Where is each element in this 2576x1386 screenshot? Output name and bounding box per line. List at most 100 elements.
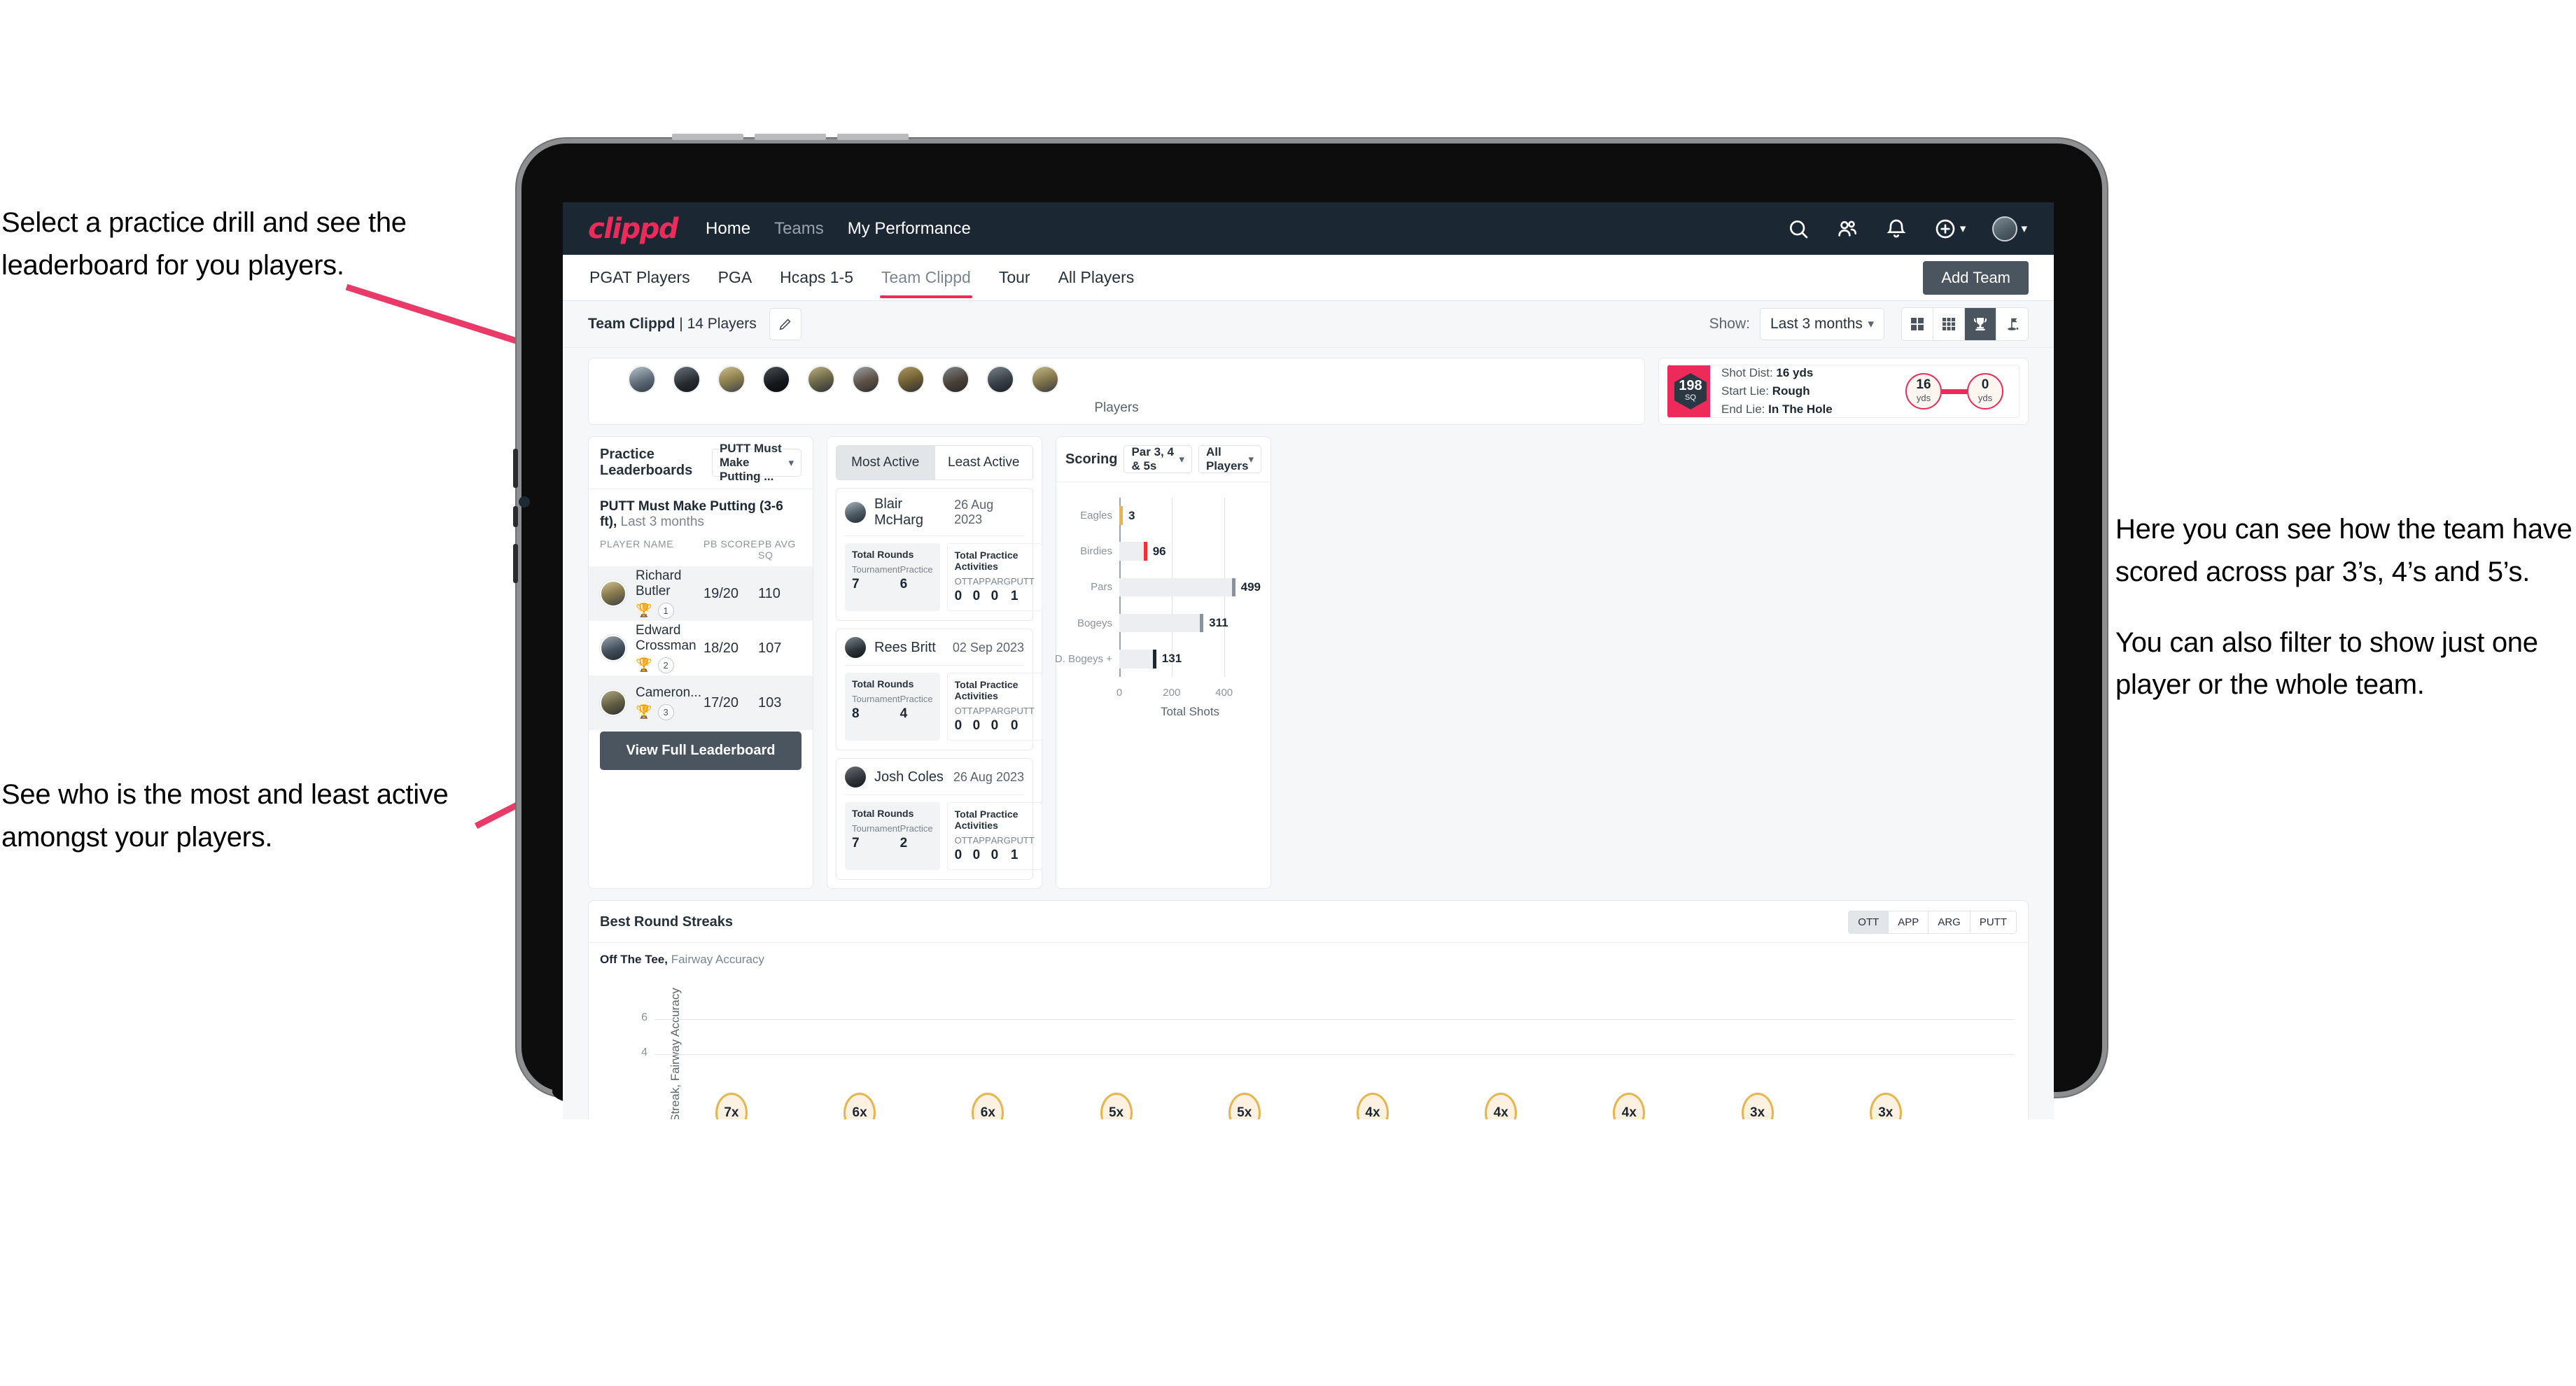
column-pb-avg-sq: PB AVG SQ bbox=[758, 538, 796, 561]
list-item[interactable]: Rees Britt 02 Sep 2023 Total Rounds Tour… bbox=[836, 629, 1042, 750]
x-axis-title: Total Shots bbox=[1160, 705, 1220, 718]
add-menu[interactable]: ▾ bbox=[1934, 218, 1966, 240]
avatar[interactable] bbox=[986, 365, 1014, 393]
toolbar-right: Show: Last 3 months ▾ bbox=[1709, 307, 2029, 341]
streaks-subtitle: Off The Tee, Fairway Accuracy bbox=[589, 943, 2028, 967]
start-distance-circle: 16 yds bbox=[1905, 373, 1942, 410]
page-body: Players 198 SQ Shot Dist: 16 yds Start L… bbox=[563, 348, 2054, 1119]
avatar[interactable] bbox=[628, 365, 656, 393]
avatar[interactable] bbox=[673, 365, 701, 393]
distance-connector bbox=[1942, 388, 1967, 394]
view-mode-golf-flag[interactable] bbox=[1996, 308, 2028, 340]
start-lie-line: Start Lie: Rough bbox=[1721, 384, 1810, 398]
total-rounds-box: Total Rounds Tournament 7 Practice 2 bbox=[845, 802, 940, 870]
bar-row: Bogeys 311 bbox=[1077, 613, 1261, 633]
total-rounds-title: Total Rounds bbox=[852, 549, 914, 560]
view-mode-trophy[interactable] bbox=[1965, 308, 1996, 340]
plus-circle-icon[interactable] bbox=[1934, 218, 1956, 240]
tab-team-clippd[interactable]: Team Clippd bbox=[880, 255, 972, 300]
stat-practice: Practice 6 bbox=[899, 564, 933, 592]
par-filter-select[interactable]: Par 3, 4 & 5s ▾ bbox=[1124, 445, 1192, 473]
drill-select[interactable]: PUTT Must Make Putting ... ▾ bbox=[711, 442, 802, 483]
list-item[interactable]: Blair McHarg 26 Aug 2023 Total Rounds To… bbox=[836, 488, 1042, 621]
people-icon[interactable] bbox=[1836, 218, 1858, 240]
avatar[interactable] bbox=[852, 365, 880, 393]
trophy-icon: 🏆 bbox=[636, 603, 652, 618]
streak-tab-arg[interactable]: ARG bbox=[1928, 911, 1970, 933]
stat-app: APP 0 bbox=[972, 835, 991, 862]
tab-least-active[interactable]: Least Active bbox=[934, 446, 1032, 479]
avatar[interactable] bbox=[1031, 365, 1059, 393]
view-mode-group bbox=[1901, 307, 2029, 341]
streak-bubble: 5x bbox=[1100, 1093, 1133, 1119]
avatar[interactable] bbox=[762, 365, 790, 393]
list-item[interactable]: Josh Coles 26 Aug 2023 Total Rounds Tour… bbox=[836, 758, 1042, 880]
bar-cap bbox=[1200, 613, 1204, 633]
leaderboard-title: Practice Leaderboards bbox=[600, 447, 693, 478]
annotation-bottom-left: See who is the most and least active amo… bbox=[1, 774, 554, 859]
avatar[interactable] bbox=[897, 365, 925, 393]
period-select[interactable]: Last 3 months ▾ bbox=[1760, 308, 1884, 340]
leaderboard-header: Practice Leaderboards PUTT Must Make Put… bbox=[589, 437, 813, 489]
tablet-volume-up[interactable] bbox=[513, 449, 518, 488]
search-icon[interactable] bbox=[1787, 218, 1809, 240]
tab-pgat-players[interactable]: PGAT Players bbox=[588, 255, 692, 300]
rank-badges: 🏆 2 bbox=[636, 657, 704, 673]
streak-tab-app[interactable]: APP bbox=[1889, 911, 1929, 933]
stat-putt: PUTT 0 bbox=[1010, 706, 1035, 733]
pb-score: 18/20 bbox=[704, 640, 739, 656]
shot-detail-inner: 198 SQ Shot Dist: 16 yds Start Lie: Roug… bbox=[1667, 365, 2019, 418]
avatar[interactable] bbox=[1992, 216, 2018, 241]
tab-most-active[interactable]: Most Active bbox=[836, 446, 934, 479]
tablet-button-3[interactable] bbox=[837, 134, 909, 140]
avatar[interactable] bbox=[941, 365, 969, 393]
nav-link-my-performance[interactable]: My Performance bbox=[848, 219, 971, 239]
total-rounds-box: Total Rounds Tournament 7 Practice 6 bbox=[845, 543, 940, 611]
par-filter-value: Par 3, 4 & 5s bbox=[1131, 445, 1174, 472]
clippd-logo[interactable]: clippd bbox=[588, 213, 679, 245]
tab-pga[interactable]: PGA bbox=[717, 255, 754, 300]
show-label: Show: bbox=[1709, 316, 1750, 332]
column-player-name: PLAYER NAME bbox=[600, 538, 674, 550]
player-name: Blair McHarg bbox=[874, 496, 924, 528]
view-full-leaderboard-button[interactable]: View Full Leaderboard bbox=[600, 732, 802, 770]
player-filter-select[interactable]: All Players ▾ bbox=[1198, 445, 1261, 473]
sq-unit: SQ bbox=[1685, 393, 1696, 402]
y-axis-tick: Bogeys bbox=[1077, 617, 1112, 629]
player-header: Blair McHarg 26 Aug 2023 bbox=[845, 496, 1024, 528]
tab-hcaps-1-5[interactable]: Hcaps 1-5 bbox=[778, 255, 855, 300]
pb-avg-sq: 107 bbox=[758, 640, 782, 656]
profile-menu[interactable]: ▾ bbox=[1992, 216, 2027, 241]
chevron-down-icon: ▾ bbox=[1959, 221, 1966, 235]
table-row[interactable]: Cameron... 🏆 3 17/20 103 bbox=[589, 676, 813, 730]
view-mode-grid-2x2[interactable] bbox=[1902, 308, 1933, 340]
tablet-button-1[interactable] bbox=[672, 134, 743, 140]
avatar[interactable] bbox=[807, 365, 835, 393]
nav-link-teams[interactable]: Teams bbox=[774, 219, 824, 239]
stat-ott: OTT 0 bbox=[954, 835, 973, 862]
tab-all-players[interactable]: All Players bbox=[1057, 255, 1136, 300]
bell-icon[interactable] bbox=[1885, 218, 1907, 240]
top-navbar: clippd Home Teams My Performance ▾ ▾ bbox=[563, 202, 2054, 255]
add-team-button[interactable]: Add Team bbox=[1923, 260, 2029, 295]
view-mode-grid-3x3[interactable] bbox=[1933, 308, 1965, 340]
streak-bubble: 3x bbox=[1741, 1093, 1774, 1119]
table-row[interactable]: Richard Butler 🏆 1 19/20 110 bbox=[589, 566, 813, 621]
streak-tab-putt[interactable]: PUTT bbox=[1970, 911, 2016, 933]
player-header: Rees Britt 02 Sep 2023 bbox=[845, 637, 1024, 658]
edit-team-button[interactable] bbox=[769, 308, 802, 340]
table-row[interactable]: Edward Crossman 🏆 2 18/20 107 bbox=[589, 621, 813, 676]
tablet-button-2[interactable] bbox=[755, 134, 826, 140]
divider bbox=[845, 665, 1024, 666]
column-pb-score: PB SCORE bbox=[704, 538, 758, 550]
player-cell: Richard Butler 🏆 1 bbox=[636, 568, 704, 619]
tablet-volume-down[interactable] bbox=[513, 506, 518, 527]
y-axis-tick: Birdies bbox=[1080, 545, 1112, 558]
nav-link-home[interactable]: Home bbox=[706, 219, 750, 239]
tablet-power[interactable] bbox=[513, 544, 518, 583]
streak-tab-ott[interactable]: OTT bbox=[1849, 911, 1889, 933]
streak-bubble: 6x bbox=[972, 1093, 1004, 1119]
tab-tour[interactable]: Tour bbox=[997, 255, 1032, 300]
avatar[interactable] bbox=[718, 365, 746, 393]
bar bbox=[1119, 650, 1153, 668]
